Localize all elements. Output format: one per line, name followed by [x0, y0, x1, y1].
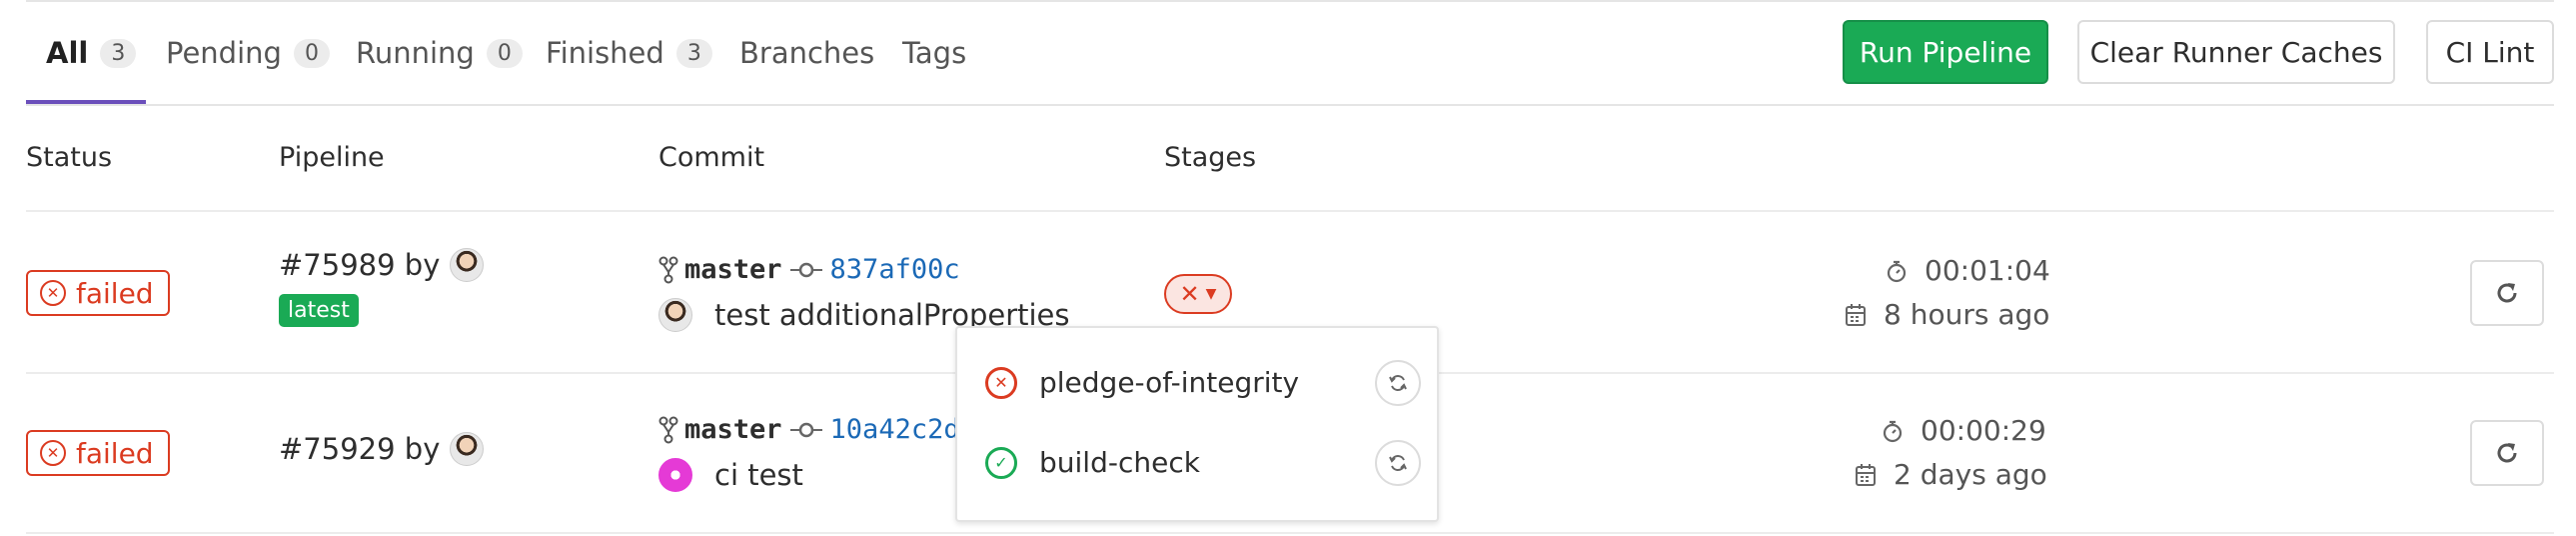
- ci-lint-button[interactable]: CI Lint: [2426, 20, 2554, 84]
- tab-label: Tags: [902, 36, 967, 70]
- retry-button[interactable]: [2470, 260, 2544, 326]
- passed-icon: ✓: [985, 446, 1017, 479]
- status-label: failed: [76, 436, 154, 470]
- status-badge[interactable]: ✕ failed: [26, 270, 170, 316]
- stopwatch-icon: [1883, 259, 1911, 283]
- pipeline-by: by: [404, 432, 441, 466]
- commit-ref: master 10a42c2d: [658, 414, 960, 445]
- tab-tags[interactable]: Tags: [902, 30, 966, 76]
- branch-icon: [658, 256, 678, 283]
- retry-button[interactable]: [2470, 420, 2544, 486]
- tab-label: Finished: [546, 36, 664, 70]
- stage-job-item[interactable]: ✕ pledge-of-integrity: [985, 366, 1299, 399]
- finished-value: 2 days ago: [1894, 458, 2047, 491]
- tab-all[interactable]: All 3: [46, 30, 137, 76]
- column-header-commit: Commit: [658, 142, 765, 173]
- pipeline-id: #75989 by: [279, 248, 485, 282]
- job-name[interactable]: pledge-of-integrity: [1039, 366, 1299, 399]
- tab-finished[interactable]: Finished 3: [546, 30, 712, 76]
- avatar[interactable]: [658, 298, 692, 332]
- tab-label: All: [46, 36, 89, 70]
- pipeline-link[interactable]: #75929: [279, 432, 396, 466]
- duration-value: 00:01:04: [1925, 254, 2050, 287]
- status-badge[interactable]: ✕ failed: [26, 430, 170, 476]
- run-pipeline-button[interactable]: Run Pipeline: [1843, 20, 2048, 84]
- commit-icon: [789, 422, 822, 437]
- duration: 00:01:04: [1883, 254, 2050, 287]
- retry-icon: [2497, 443, 2517, 463]
- commit-sha[interactable]: 10a42c2d: [830, 414, 960, 445]
- column-header-stages: Stages: [1164, 142, 1257, 173]
- finished-value: 8 hours ago: [1884, 298, 2050, 331]
- tab-pending[interactable]: Pending 0: [166, 30, 330, 76]
- tab-running[interactable]: Running 0: [356, 30, 523, 76]
- stopwatch-icon: [1879, 419, 1907, 443]
- column-header-status: Status: [26, 142, 113, 173]
- duration: 00:00:29: [1879, 414, 2046, 447]
- tab-count: 0: [293, 38, 330, 68]
- caret-down-icon: ▼: [1205, 286, 1217, 302]
- clear-runner-caches-button[interactable]: Clear Runner Caches: [2077, 20, 2395, 84]
- latest-badge: latest: [279, 294, 359, 327]
- tab-count: 3: [675, 38, 712, 68]
- tab-count: 0: [486, 38, 523, 68]
- tab-branches[interactable]: Branches: [739, 30, 874, 76]
- failed-icon: ✕: [40, 280, 66, 306]
- branch-icon: [658, 416, 678, 443]
- pipeline-link[interactable]: #75989: [279, 248, 396, 282]
- duration-value: 00:00:29: [1921, 414, 2046, 447]
- pipeline-by: by: [404, 248, 441, 282]
- job-retry-button[interactable]: [1375, 360, 1421, 406]
- job-retry-button[interactable]: [1375, 440, 1421, 486]
- pipeline-id: #75929 by: [279, 432, 485, 466]
- avatar[interactable]: [450, 248, 485, 282]
- calendar-icon: [1842, 303, 1870, 327]
- stage-job-item[interactable]: ✓ build-check: [985, 446, 1200, 479]
- commit-sha[interactable]: 837af00c: [830, 254, 960, 285]
- finished-time: 8 hours ago: [1842, 298, 2049, 331]
- commit-message[interactable]: ci test: [714, 458, 803, 492]
- tabs-divider: [26, 104, 2554, 106]
- calendar-icon: [1852, 463, 1880, 487]
- tab-label: Branches: [739, 36, 875, 70]
- commit-ref: master 837af00c: [658, 254, 960, 285]
- commit-title: ci test: [658, 458, 803, 492]
- avatar[interactable]: [450, 432, 485, 466]
- column-header-pipeline: Pipeline: [279, 142, 385, 173]
- commit-icon: [789, 262, 822, 277]
- status-label: failed: [76, 276, 154, 310]
- failed-icon: ✕: [985, 366, 1017, 399]
- top-divider: [26, 0, 2554, 2]
- row-divider: [26, 532, 2554, 534]
- retry-icon: [1389, 375, 1407, 391]
- stage-dropdown-button[interactable]: ✕ ▼: [1164, 274, 1232, 314]
- stage-dropdown-menu: ✕ pledge-of-integrity ✓ build-check: [955, 326, 1439, 522]
- branch-name[interactable]: master: [684, 414, 782, 445]
- avatar[interactable]: [658, 458, 692, 492]
- retry-icon: [1389, 455, 1407, 471]
- failed-icon: ✕: [1179, 280, 1200, 308]
- finished-time: 2 days ago: [1852, 458, 2047, 491]
- failed-icon: ✕: [40, 440, 66, 466]
- tab-count: 3: [100, 38, 137, 68]
- tab-label: Running: [356, 36, 475, 70]
- tab-label: Pending: [166, 36, 282, 70]
- job-name[interactable]: build-check: [1039, 446, 1200, 479]
- branch-name[interactable]: master: [684, 254, 782, 285]
- retry-icon: [2497, 283, 2517, 303]
